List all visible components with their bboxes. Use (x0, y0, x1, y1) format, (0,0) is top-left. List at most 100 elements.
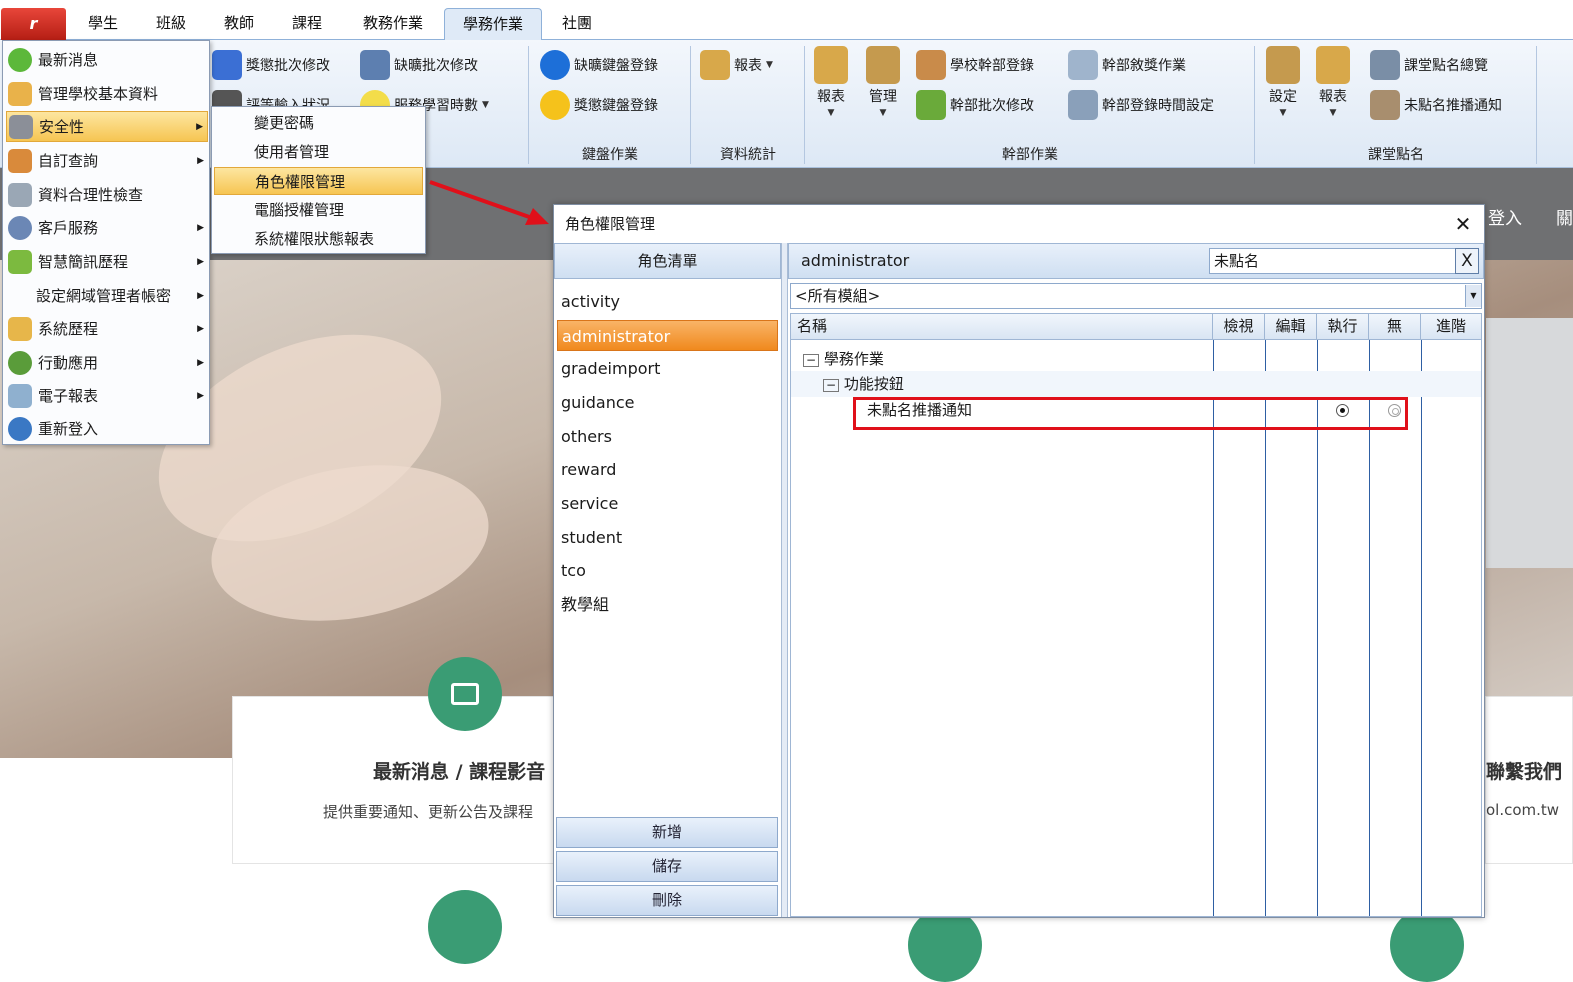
role-item[interactable]: guidance (557, 387, 778, 418)
column-line (1421, 340, 1422, 916)
school-cadre-entry-button[interactable]: 學校幹部登錄 (916, 50, 1034, 80)
certificate-icon (1068, 50, 1098, 80)
report-icon (814, 46, 848, 84)
column-header-edit[interactable]: 編輯 (1265, 314, 1317, 340)
tab-student-affairs[interactable]: 學務作業 (444, 8, 542, 40)
tab-academic-affairs[interactable]: 教務作業 (352, 8, 434, 40)
role-item[interactable]: others (557, 421, 778, 452)
label: 電子報表 (38, 387, 99, 405)
add-button[interactable]: 新增 (556, 817, 778, 848)
cadre-report-button[interactable]: 報表 ▼ (814, 46, 848, 118)
menu-item-sms-history[interactable]: 智慧簡訊歷程 ▶ (6, 246, 208, 277)
menu-item-customer-service[interactable]: 客戶服務 ▶ (6, 212, 208, 243)
menu-item-e-report[interactable]: 電子報表 ▶ (6, 380, 208, 411)
cadre-manage-button[interactable]: 管理 ▼ (866, 46, 900, 118)
dialog-title: 角色權限管理 (554, 205, 1484, 243)
rollcall-report-button[interactable]: 報表 ▼ (1316, 46, 1350, 118)
role-item[interactable]: student (557, 522, 778, 553)
column-header-none[interactable]: 無 (1369, 314, 1421, 340)
tab-club[interactable]: 社團 (552, 8, 602, 40)
login-link[interactable]: 登入 (1488, 204, 1522, 229)
clear-search-button[interactable]: X (1455, 248, 1479, 274)
column-header-view[interactable]: 檢視 (1213, 314, 1265, 340)
role-item[interactable]: gradeimport (557, 353, 778, 384)
tab-bar: r 學生 班級 教師 課程 教務作業 學務作業 社團 (0, 0, 1573, 40)
search-input[interactable]: 未點名 (1209, 248, 1459, 274)
dropdown-icon: ▼ (1279, 108, 1287, 118)
menu-item-system-history[interactable]: 系統歷程 ▶ (6, 313, 208, 344)
tab-student[interactable]: 學生 (78, 8, 128, 40)
label: 行動應用 (38, 354, 99, 372)
report-icon (1316, 46, 1350, 84)
role-item[interactable]: activity (557, 286, 778, 317)
about-link-cut[interactable]: 關 (1556, 204, 1573, 229)
divider (528, 46, 529, 164)
label: 缺曠鍵盤登錄 (574, 58, 658, 74)
laptop-shape (1486, 318, 1573, 568)
menu-item-news[interactable]: 最新消息 (6, 44, 208, 75)
news-icon (8, 47, 32, 72)
save-button[interactable]: 儲存 (556, 851, 778, 882)
menu-item-custom-query[interactable]: 自訂查詢 ▶ (6, 145, 208, 176)
reward-keyboard-entry-button[interactable]: 獎懲鍵盤登錄 (540, 90, 658, 120)
role-item[interactable]: service (557, 488, 778, 519)
cadre-batch-edit-button[interactable]: 幹部批次修改 (916, 90, 1034, 120)
rollcall-overview-button[interactable]: 課堂點名總覽 (1370, 50, 1488, 80)
cadre-reward-button[interactable]: 幹部敘獎作業 (1068, 50, 1186, 80)
submenu-permission-report[interactable]: 系統權限狀態報表 (214, 225, 423, 253)
label: 系統歷程 (38, 320, 99, 338)
chevron-right-icon: ▶ (197, 256, 204, 267)
news-card[interactable]: 最新消息 / 課程影音 提供重要通知、更新公告及課程 (232, 657, 562, 864)
book-icon (451, 683, 479, 705)
role-item[interactable]: reward (557, 454, 778, 485)
tree-icon (8, 350, 32, 375)
menu-item-domain-admin[interactable]: 設定網域管理者帳密 ▶ (6, 280, 208, 311)
app-menu-button[interactable]: r (1, 8, 66, 40)
role-item[interactable]: 教學組 (557, 589, 778, 620)
label: 學校幹部登錄 (950, 58, 1034, 74)
tab-course[interactable]: 課程 (282, 8, 332, 40)
delete-button[interactable]: 刪除 (556, 885, 778, 916)
batch-absence-edit-button[interactable]: 缺曠批次修改 (360, 50, 478, 80)
rollcall-settings-button[interactable]: 設定 ▼ (1266, 46, 1300, 118)
submenu-role-permission[interactable]: 角色權限管理 (214, 167, 423, 195)
close-icon[interactable]: ✕ (1452, 213, 1474, 235)
tree-label: 功能按鈕 (843, 375, 904, 393)
contact-card-title: 聯繫我們 (1486, 761, 1563, 783)
label: 未點名推播通知 (1404, 98, 1502, 114)
menu-item-mobile[interactable]: 行動應用 ▶ (6, 347, 208, 378)
column-header-execute[interactable]: 執行 (1317, 314, 1369, 340)
collapse-icon[interactable]: − (823, 379, 840, 392)
section-icon-circle (1390, 908, 1464, 982)
cadre-time-setting-button[interactable]: 幹部登錄時間設定 (1068, 90, 1214, 120)
menu-item-data-check[interactable]: 資料合理性檢查 (6, 179, 208, 210)
column-header-advanced[interactable]: 進階 (1421, 314, 1481, 340)
module-filter-select[interactable]: <所有模組> ▼ (790, 283, 1482, 309)
contact-card[interactable]: 聯繫我們 ol.com.tw (1485, 696, 1573, 864)
role-item-selected[interactable]: administrator (557, 320, 778, 351)
folder-icon (8, 316, 32, 341)
menu-item-security[interactable]: 安全性 ▶ (6, 111, 208, 142)
menu-item-school-info[interactable]: 管理學校基本資料 (6, 78, 208, 109)
label: 獎懲批次修改 (246, 58, 330, 74)
tree-row-group[interactable]: − 功能按鈕 (791, 371, 1481, 397)
tree-row-module[interactable]: − 學務作業 (791, 346, 1481, 372)
unrolled-push-notify-button[interactable]: 未點名推播通知 (1370, 90, 1502, 120)
submenu-computer-license[interactable]: 電腦授權管理 (214, 196, 423, 224)
label: 報表 (734, 58, 762, 74)
tab-teacher[interactable]: 教師 (214, 8, 264, 40)
batch-reward-edit-button[interactable]: 獎懲批次修改 (212, 50, 330, 80)
edit-icon (360, 50, 390, 80)
report-icon (700, 50, 730, 80)
collapse-icon[interactable]: − (803, 354, 820, 367)
statistics-report-button[interactable]: 報表 ▼ (700, 50, 773, 80)
menu-item-relogin[interactable]: 重新登入 (6, 413, 208, 444)
submenu-change-password[interactable]: 變更密碼 (214, 109, 423, 137)
role-item[interactable]: tco (557, 555, 778, 586)
submenu-user-management[interactable]: 使用者管理 (214, 138, 423, 166)
dropdown-icon: ▼ (1329, 108, 1337, 118)
chevron-down-icon[interactable]: ▼ (1465, 285, 1481, 307)
column-header-name[interactable]: 名稱 (791, 314, 1213, 340)
tab-class[interactable]: 班級 (146, 8, 196, 40)
absence-keyboard-entry-button[interactable]: 缺曠鍵盤登錄 (540, 50, 658, 80)
